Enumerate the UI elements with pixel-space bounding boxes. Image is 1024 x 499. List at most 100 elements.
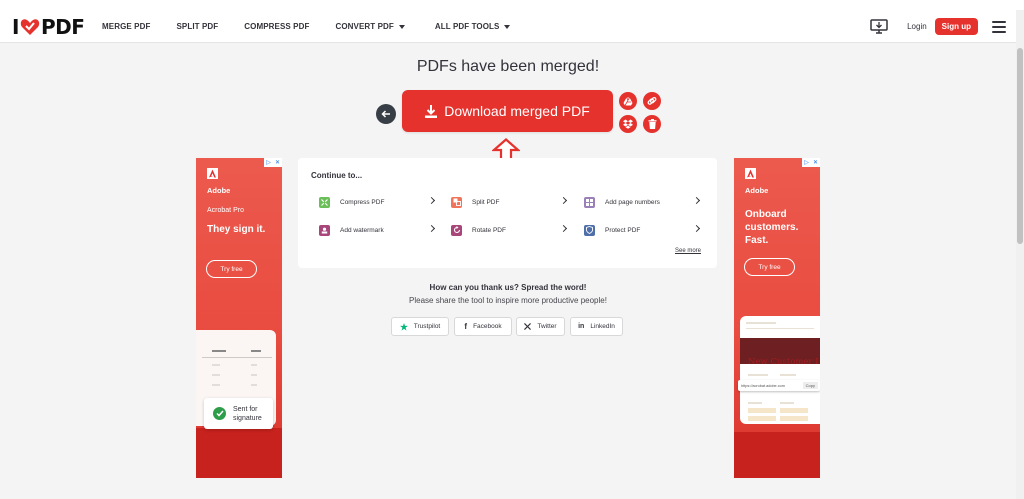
adobe-logo-icon bbox=[207, 168, 218, 179]
ad-form-preview: New Customer I bbox=[740, 316, 820, 424]
page-scrollbar[interactable] bbox=[1016, 10, 1024, 499]
google-drive-icon bbox=[623, 96, 633, 106]
tool-label: Add page numbers bbox=[605, 198, 660, 206]
ad-brand: Adobe bbox=[207, 186, 231, 195]
heart-icon bbox=[20, 19, 40, 35]
desktop-download-icon[interactable] bbox=[869, 18, 889, 36]
back-button[interactable] bbox=[376, 104, 396, 124]
link-icon bbox=[647, 96, 657, 105]
tool-label: Compress PDF bbox=[340, 198, 385, 206]
caret-down-icon bbox=[398, 24, 405, 29]
ad-controls: ▷ ✕ bbox=[264, 158, 282, 167]
ad-controls: ▷ ✕ bbox=[802, 158, 820, 167]
linkedin-share-button[interactable]: in LinkedIn bbox=[570, 317, 623, 336]
trustpilot-star-icon bbox=[399, 322, 408, 331]
ad-url-text: https://acrobat.adobe.com bbox=[741, 383, 785, 388]
ad-product: Acrobat Pro bbox=[207, 207, 244, 214]
nav-label: SPLIT PDF bbox=[176, 22, 219, 31]
hamburger-menu-icon[interactable] bbox=[992, 20, 1006, 33]
continue-to-card: Continue to... Compress PDF Split PDF Ad… bbox=[298, 158, 717, 268]
nav-label: COMPRESS PDF bbox=[244, 22, 310, 31]
top-strip bbox=[0, 0, 1024, 10]
checkmark-icon bbox=[213, 407, 226, 420]
chevron-right-icon bbox=[692, 224, 701, 233]
ad-bottom-band bbox=[734, 432, 820, 478]
signup-button[interactable]: Sign up bbox=[934, 18, 978, 35]
adobe-logo-icon bbox=[745, 168, 756, 179]
ad-headline-3: Fast. bbox=[745, 235, 769, 246]
ad-try-free-button[interactable]: Try free bbox=[744, 258, 795, 276]
sent-text-1: Sent for bbox=[233, 405, 258, 413]
nav-convert-pdf[interactable]: CONVERT PDF bbox=[335, 22, 405, 31]
chevron-right-icon bbox=[427, 224, 436, 233]
chevron-right-icon bbox=[427, 196, 436, 205]
watermark-icon bbox=[319, 224, 330, 236]
sent-for-signature-card: Sent for signature bbox=[204, 398, 273, 429]
nav-label: MERGE PDF bbox=[102, 22, 151, 31]
delete-button[interactable] bbox=[643, 115, 661, 133]
chevron-right-icon bbox=[559, 224, 568, 233]
nav-label: CONVERT PDF bbox=[335, 22, 394, 31]
x-icon bbox=[524, 323, 532, 330]
see-more-link[interactable]: See more bbox=[675, 248, 701, 254]
ad-info-icon[interactable]: ▷ bbox=[802, 158, 811, 167]
tool-split-pdf[interactable]: Split PDF bbox=[451, 194, 568, 210]
logo-text: PDF bbox=[40, 15, 85, 39]
arrow-left-icon bbox=[381, 110, 390, 118]
tool-rotate-pdf[interactable]: Rotate PDF bbox=[451, 222, 568, 238]
tool-label: Split PDF bbox=[472, 198, 500, 206]
tool-add-watermark[interactable]: Add watermark bbox=[319, 222, 436, 238]
nav-all-pdf-tools[interactable]: ALL PDF TOOLS bbox=[435, 22, 511, 31]
ad-close-icon[interactable]: ✕ bbox=[811, 158, 820, 167]
tool-protect-pdf[interactable]: Protect PDF bbox=[584, 222, 701, 238]
ad-close-icon[interactable]: ✕ bbox=[273, 158, 282, 167]
page-numbers-icon bbox=[584, 196, 595, 208]
tool-label: Add watermark bbox=[340, 226, 384, 234]
ilovepdf-logo[interactable]: I PDF bbox=[12, 15, 85, 39]
logo-letter: I bbox=[12, 15, 19, 39]
scrollbar-thumb[interactable] bbox=[1017, 48, 1023, 244]
download-merged-pdf-button[interactable]: Download merged PDF bbox=[402, 90, 613, 132]
google-drive-button[interactable] bbox=[619, 92, 637, 110]
nav-compress-pdf[interactable]: COMPRESS PDF bbox=[244, 22, 309, 31]
ad-share-url-bar: https://acrobat.adobe.com Copy bbox=[738, 380, 820, 391]
share-label: Trustpilot bbox=[413, 323, 441, 330]
continue-title: Continue to... bbox=[311, 171, 363, 180]
dropbox-button[interactable] bbox=[619, 115, 637, 133]
site-header: I PDF MERGE PDF SPLIT PDF COMPRESS PDF C… bbox=[0, 10, 1016, 43]
trustpilot-button[interactable]: Trustpilot bbox=[391, 317, 449, 336]
twitter-share-button[interactable]: Twitter bbox=[516, 317, 565, 336]
spread-word-subheading: Please share the tool to inspire more pr… bbox=[409, 296, 607, 305]
ad-try-free-button[interactable]: Try free bbox=[206, 260, 257, 278]
nav-label: ALL PDF TOOLS bbox=[434, 22, 500, 31]
login-link[interactable]: Login bbox=[907, 22, 927, 31]
download-label: Download merged PDF bbox=[444, 103, 590, 119]
left-advertisement[interactable]: ▷ ✕ Adobe Acrobat Pro They sign it. Try f… bbox=[196, 158, 282, 478]
tool-label: Rotate PDF bbox=[472, 226, 506, 234]
trash-icon bbox=[648, 119, 656, 129]
ad-headline-2: customers. bbox=[745, 222, 799, 233]
caret-down-icon bbox=[504, 24, 511, 29]
tool-add-page-numbers[interactable]: Add page numbers bbox=[584, 194, 701, 210]
nav-merge-pdf[interactable]: MERGE PDF bbox=[102, 22, 150, 31]
compress-icon bbox=[319, 196, 330, 208]
facebook-share-button[interactable]: f Facebook bbox=[454, 317, 512, 336]
linkedin-icon: in bbox=[578, 323, 585, 330]
right-advertisement[interactable]: ▷ ✕ Adobe Onboard customers. Fast. Try fr… bbox=[734, 158, 820, 478]
ad-info-icon[interactable]: ▷ bbox=[264, 158, 273, 167]
chevron-right-icon bbox=[692, 196, 701, 205]
tool-label: Protect PDF bbox=[605, 226, 641, 234]
main-nav: MERGE PDF SPLIT PDF COMPRESS PDF CONVERT… bbox=[102, 10, 536, 43]
nav-split-pdf[interactable]: SPLIT PDF bbox=[176, 22, 218, 31]
ad-brand: Adobe bbox=[745, 186, 769, 195]
spread-word-heading: How can you thank us? Spread the word! bbox=[429, 283, 587, 292]
split-icon bbox=[451, 196, 462, 208]
share-link-button[interactable] bbox=[643, 92, 661, 110]
chevron-right-icon bbox=[559, 196, 568, 205]
share-label: LinkedIn bbox=[590, 323, 615, 330]
page-title: PDFs have been merged! bbox=[416, 58, 600, 75]
header-actions: Login Sign up bbox=[869, 10, 1006, 43]
protect-icon bbox=[584, 224, 595, 236]
ad-headline-1: Onboard bbox=[745, 209, 787, 220]
tool-compress-pdf[interactable]: Compress PDF bbox=[319, 194, 436, 210]
